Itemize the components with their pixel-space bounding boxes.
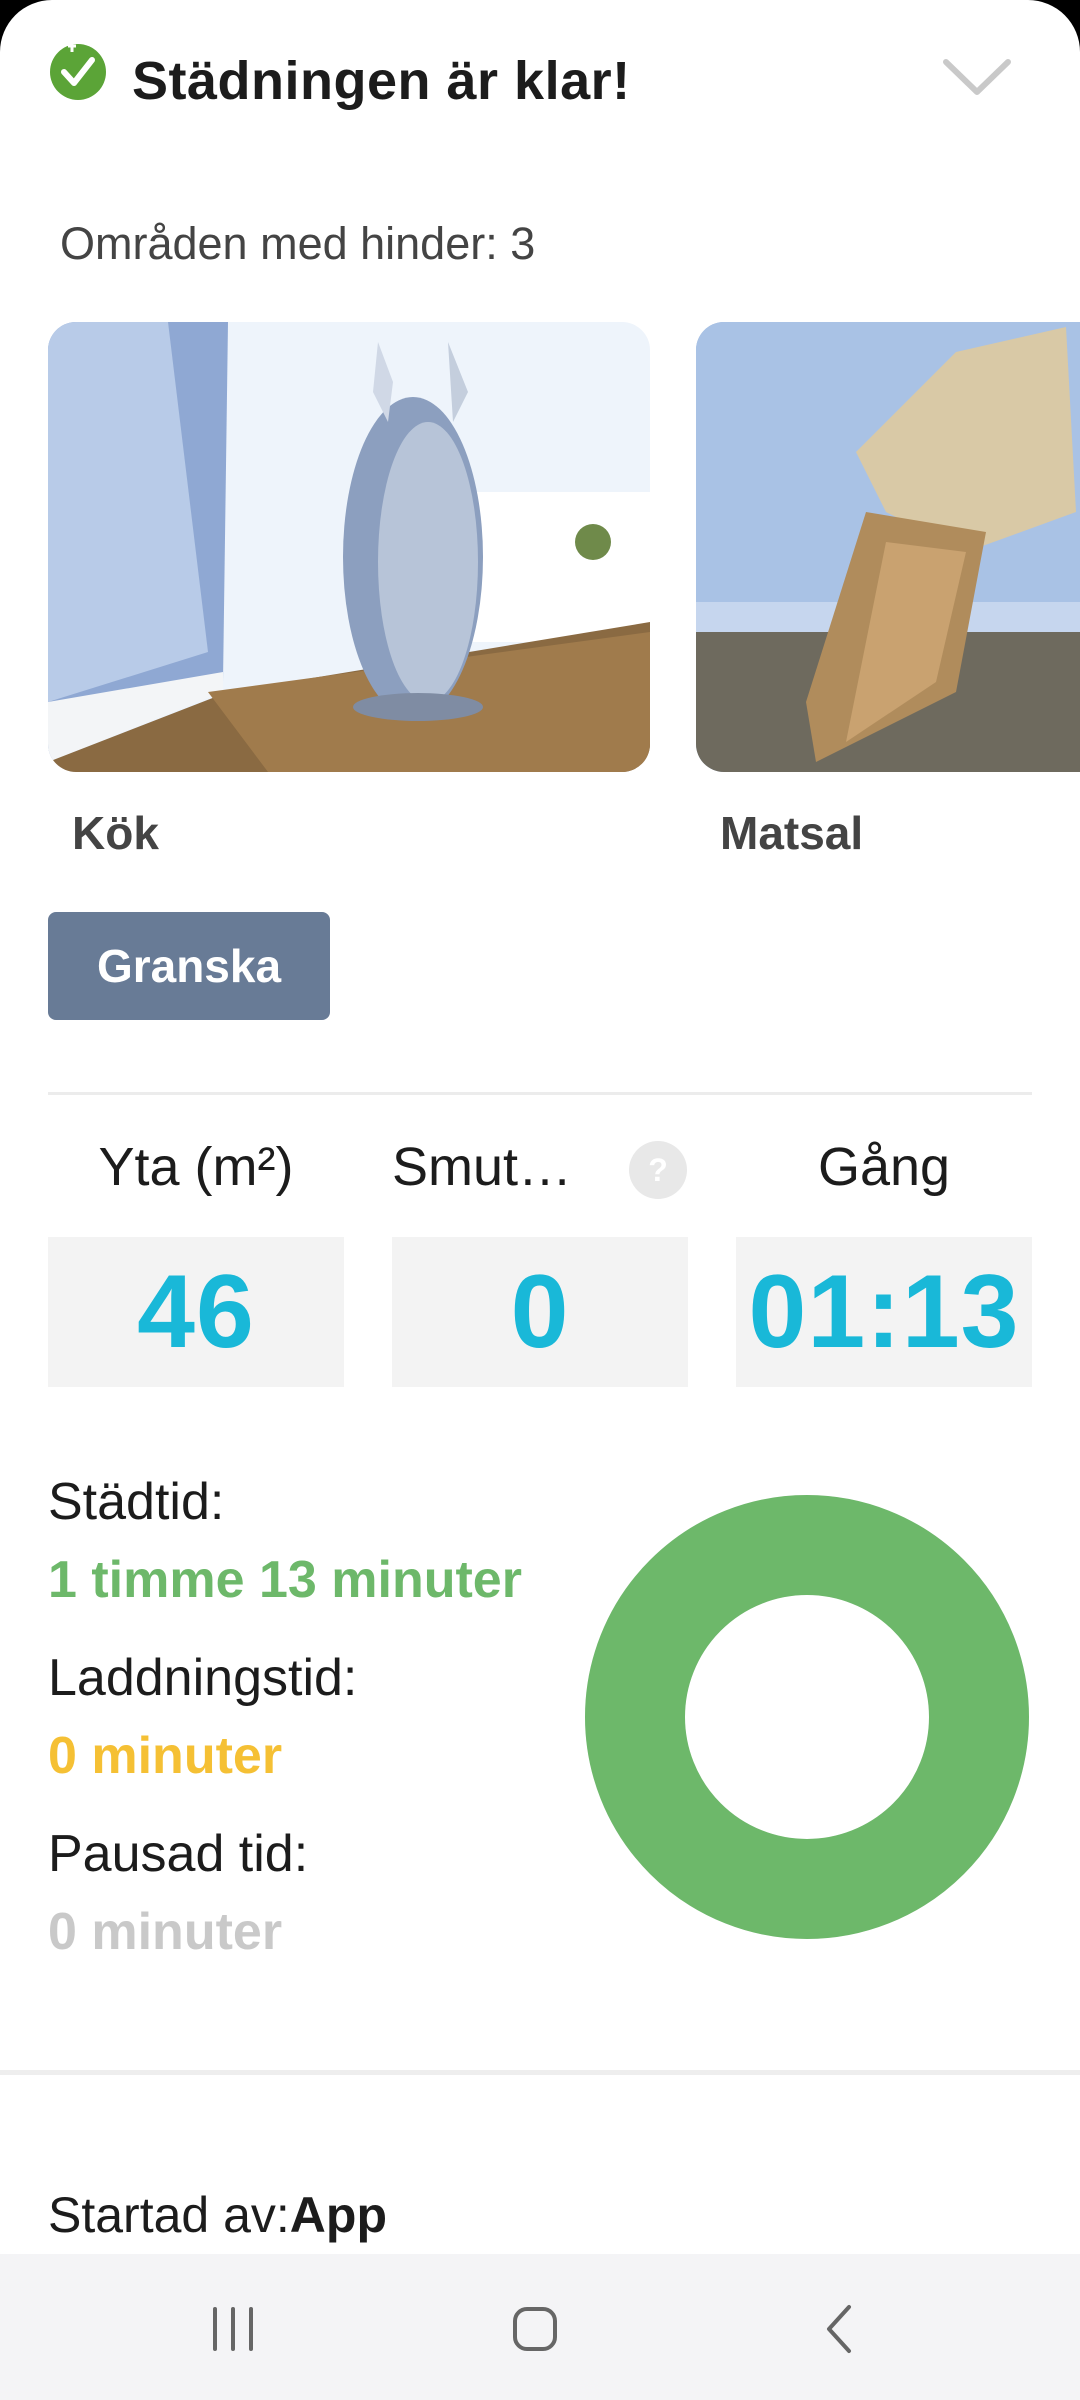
review-button[interactable]: Granska	[48, 912, 330, 1020]
header: Städningen är klar!	[0, 0, 1080, 160]
paused-time-label: Pausad tid:	[48, 1825, 309, 1883]
started-by-label: Startad av:	[48, 2187, 290, 2243]
stat-header-runs: Gång	[817, 1137, 951, 1197]
stat-value-runs: 01:13	[736, 1237, 1032, 1387]
system-nav-bar	[0, 2254, 1080, 2400]
chevron-down-icon[interactable]	[940, 52, 1014, 106]
cleaning-report-sheet: Städningen är klar! Områden med hinder: …	[0, 0, 1080, 2400]
stat-header-dirt: Smut…	[392, 1137, 573, 1197]
paused-time-value: 0 minuter	[48, 1903, 283, 1961]
question-icon[interactable]: ?	[628, 1140, 688, 1200]
started-by: Startad av:App	[48, 2186, 387, 2244]
photo-label-kitchen: Kök	[72, 807, 159, 859]
divider	[0, 2070, 1080, 2075]
started-by-value: App	[289, 2187, 387, 2243]
stat-header-area: Yta (m²)	[98, 1137, 294, 1197]
home-icon[interactable]	[490, 2284, 580, 2374]
page-title: Städningen är klar!	[132, 51, 631, 111]
charging-time-label: Laddningstid:	[48, 1649, 358, 1707]
donut-cleaning-arc	[585, 1495, 1029, 1939]
cleaning-time-label: Städtid:	[48, 1473, 225, 1531]
check-clock-icon	[46, 38, 110, 102]
stat-value-dirt: 0	[392, 1237, 688, 1387]
obstacle-photo-kitchen[interactable]	[48, 322, 650, 772]
obstacle-count: Områden med hinder: 3	[60, 218, 536, 269]
recents-icon[interactable]	[188, 2284, 278, 2374]
back-icon[interactable]	[796, 2284, 886, 2374]
divider	[48, 1092, 1032, 1095]
charging-time-value: 0 minuter	[48, 1727, 283, 1785]
time-donut-chart	[584, 1494, 1030, 1940]
svg-text:?: ?	[648, 1152, 668, 1188]
stat-value-area: 46	[48, 1237, 344, 1387]
obstacle-photo-dining[interactable]	[696, 322, 1080, 772]
photo-label-dining: Matsal	[720, 807, 864, 859]
cleaning-time-value: 1 timme 13 minuter	[48, 1551, 522, 1609]
